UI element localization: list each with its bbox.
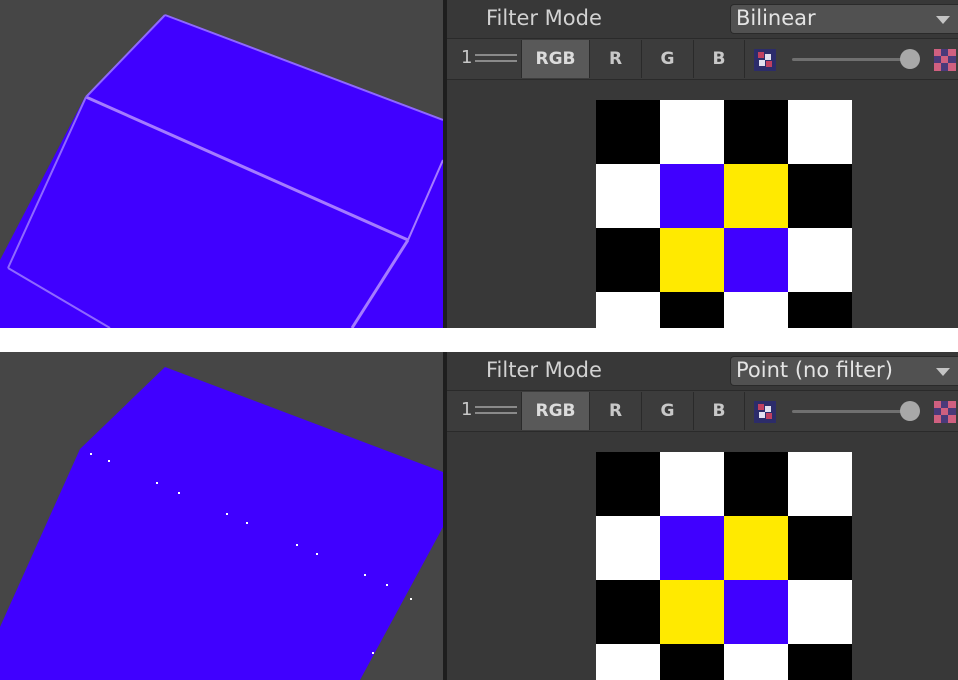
texture-cell-white — [788, 580, 852, 644]
mip-level-label: 1 — [461, 399, 473, 420]
texture-cell-blue — [724, 228, 788, 292]
texture-inspector: Filter Mode Bilinear 1 RGB R G B — [447, 0, 958, 328]
filter-mode-value: Point (no filter) — [736, 358, 893, 382]
texture-cell-black — [724, 452, 788, 516]
filter-mode-row: Filter Mode Bilinear — [447, 0, 958, 38]
filter-mode-dropdown[interactable]: Point (no filter) — [730, 356, 958, 386]
texture-cell-black — [788, 644, 852, 680]
texture-cell-white — [596, 644, 660, 680]
preview-toolbar: 1 RGB R G B — [447, 390, 958, 432]
texture-checker-grid — [596, 100, 852, 328]
texture-cell-yellow — [660, 580, 724, 644]
texture-cell-white — [724, 644, 788, 680]
texture-cell-black — [788, 164, 852, 228]
texture-cell-black — [788, 292, 852, 328]
texture-cell-blue — [660, 164, 724, 228]
texture-cell-blue — [724, 580, 788, 644]
mip-slider-thumb[interactable] — [900, 49, 920, 69]
chevron-down-icon — [936, 16, 950, 24]
texture-cell-white — [660, 452, 724, 516]
alpha-checker-icon[interactable] — [934, 401, 956, 423]
texture-cell-black — [596, 100, 660, 164]
texture-cell-black — [660, 292, 724, 328]
scene-viewport[interactable] — [0, 352, 443, 680]
alpha-checker-icon[interactable] — [934, 49, 956, 71]
texture-cell-black — [596, 580, 660, 644]
texture-cell-black — [660, 644, 724, 680]
texture-cell-blue — [660, 516, 724, 580]
texture-cell-black — [788, 516, 852, 580]
texture-cell-white — [596, 516, 660, 580]
cube-render — [0, 367, 443, 680]
channel-r-button[interactable]: R — [589, 392, 641, 430]
filter-mode-value: Bilinear — [736, 6, 816, 30]
channel-b-button[interactable]: B — [693, 40, 745, 78]
texture-cell-white — [660, 100, 724, 164]
texture-inspector: Filter Mode Point (no filter) 1 RGB R G … — [447, 352, 958, 680]
mip-slider-thumb[interactable] — [900, 401, 920, 421]
texture-cell-white — [724, 292, 788, 328]
channel-rgb-button[interactable]: RGB — [521, 392, 589, 430]
texture-preview-icon[interactable] — [754, 49, 776, 71]
mip-slider-track[interactable] — [792, 58, 910, 61]
channel-b-button[interactable]: B — [693, 392, 745, 430]
filter-mode-row: Filter Mode Point (no filter) — [447, 352, 958, 390]
bilinear-panel: Filter Mode Bilinear 1 RGB R G B — [0, 0, 958, 328]
cube-mesh — [0, 367, 443, 680]
channel-g-button[interactable]: G — [641, 392, 693, 430]
filter-mode-dropdown[interactable]: Bilinear — [730, 4, 958, 34]
filter-mode-label: Filter Mode — [486, 6, 602, 30]
texture-cell-white — [788, 228, 852, 292]
mip-slider-track[interactable] — [792, 410, 910, 413]
mip-lines-icon — [475, 54, 517, 62]
texture-preview-icon[interactable] — [754, 401, 776, 423]
texture-cell-white — [596, 292, 660, 328]
texture-cell-yellow — [724, 516, 788, 580]
filter-mode-label: Filter Mode — [486, 358, 602, 382]
scene-viewport[interactable] — [0, 0, 443, 328]
texture-preview — [596, 452, 852, 680]
mip-level-label: 1 — [461, 47, 473, 68]
texture-cell-white — [788, 100, 852, 164]
channel-rgb-button[interactable]: RGB — [521, 40, 589, 78]
texture-cell-yellow — [660, 228, 724, 292]
texture-cell-yellow — [724, 164, 788, 228]
texture-checker-grid — [596, 452, 852, 680]
mip-lines-icon — [475, 406, 517, 414]
point-panel: Filter Mode Point (no filter) 1 RGB R G … — [0, 352, 958, 680]
chevron-down-icon — [936, 368, 950, 376]
texture-cell-black — [596, 228, 660, 292]
texture-preview — [596, 100, 852, 328]
texture-cell-black — [724, 100, 788, 164]
channel-g-button[interactable]: G — [641, 40, 693, 78]
preview-toolbar: 1 RGB R G B — [447, 38, 958, 80]
texture-cell-black — [596, 452, 660, 516]
cube-mesh — [0, 15, 443, 328]
texture-cell-white — [788, 452, 852, 516]
texture-cell-white — [596, 164, 660, 228]
cube-render — [0, 14, 443, 328]
channel-r-button[interactable]: R — [589, 40, 641, 78]
